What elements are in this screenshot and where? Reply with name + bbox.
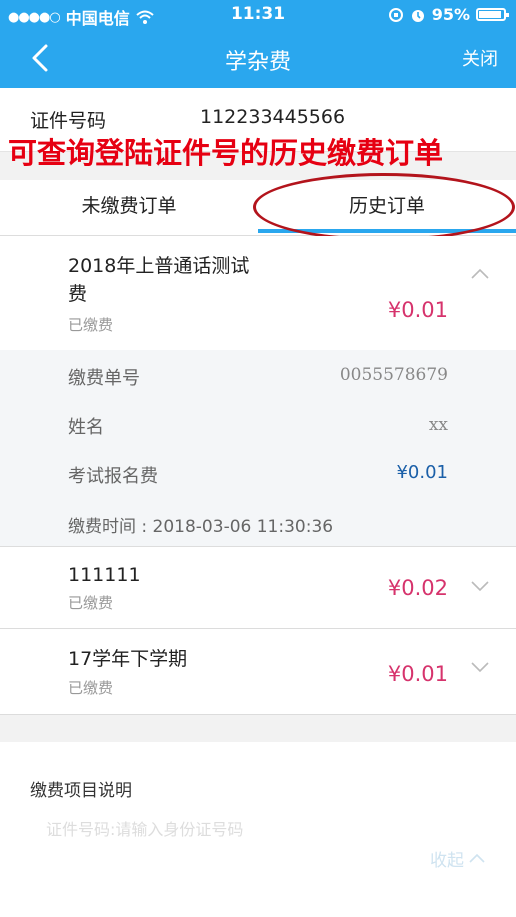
battery-percent: 95%: [431, 5, 470, 24]
order-item[interactable]: 111111 已缴费 ¥0.02: [0, 548, 516, 628]
order-name: 111111: [68, 564, 141, 586]
status-bar: ●●●●○ 中国电信 11:31 95%: [0, 0, 516, 30]
fee-info-section: 缴费项目说明 证件号码:请输入身份证号码 收起: [0, 742, 516, 917]
order-number-value: 0055578679: [339, 365, 448, 385]
order-item-expanded[interactable]: 2018年上普通话测试费 已缴费 ¥0.01: [0, 236, 516, 350]
status-right: 95%: [388, 5, 509, 24]
nav-bar: 学杂费 关闭: [0, 30, 516, 88]
alarm-icon: [411, 9, 424, 22]
section-gap: [0, 714, 516, 742]
order-amount: ¥0.01: [387, 662, 448, 686]
fee-info-text: 证件号码:请输入身份证号码: [46, 820, 244, 839]
chevron-up-icon[interactable]: [470, 268, 490, 280]
order-number-label: 缴费单号: [68, 368, 140, 389]
chevron-down-icon[interactable]: [470, 580, 490, 592]
tab-unpaid-orders[interactable]: 未缴费订单: [0, 180, 258, 236]
fee-item-label: 考试报名费: [68, 466, 158, 487]
order-name: 17学年下学期: [68, 648, 188, 670]
annotation-text: 可查询登陆证件号的历史缴费订单: [8, 136, 444, 170]
order-amount: ¥0.01: [387, 298, 448, 322]
collapse-label: 收起: [430, 851, 464, 871]
order-item[interactable]: 17学年下学期 已缴费 ¥0.01: [0, 629, 516, 714]
payment-time: 缴费时间 : 2018-03-06 11:30:36: [68, 517, 334, 537]
id-number-label: 证件号码: [30, 110, 107, 132]
order-status: 已缴费: [68, 594, 114, 612]
order-status: 已缴费: [68, 679, 114, 697]
id-number-value: 112233445566: [200, 106, 346, 128]
collapse-button[interactable]: 收起: [430, 846, 486, 871]
order-status: 已缴费: [68, 316, 114, 334]
chevron-up-icon: [469, 853, 485, 863]
annotation-ellipse: [253, 173, 515, 241]
battery-icon: [476, 8, 509, 21]
close-button[interactable]: 关闭: [462, 45, 498, 71]
page-title: 学杂费: [224, 50, 291, 75]
order-amount: ¥0.02: [387, 576, 448, 600]
fee-item-value: ¥0.01: [396, 462, 448, 483]
order-details: 缴费单号 0055578679 姓名 xx 考试报名费 ¥0.01 缴费时间 :…: [0, 350, 516, 547]
order-name: 2018年上普通话测试费: [68, 255, 250, 305]
rotation-lock-icon: [388, 7, 403, 22]
payer-name-label: 姓名: [68, 417, 104, 438]
payer-name-value: xx: [428, 415, 448, 435]
chevron-down-icon[interactable]: [470, 661, 490, 673]
fee-info-title: 缴费项目说明: [30, 781, 132, 801]
